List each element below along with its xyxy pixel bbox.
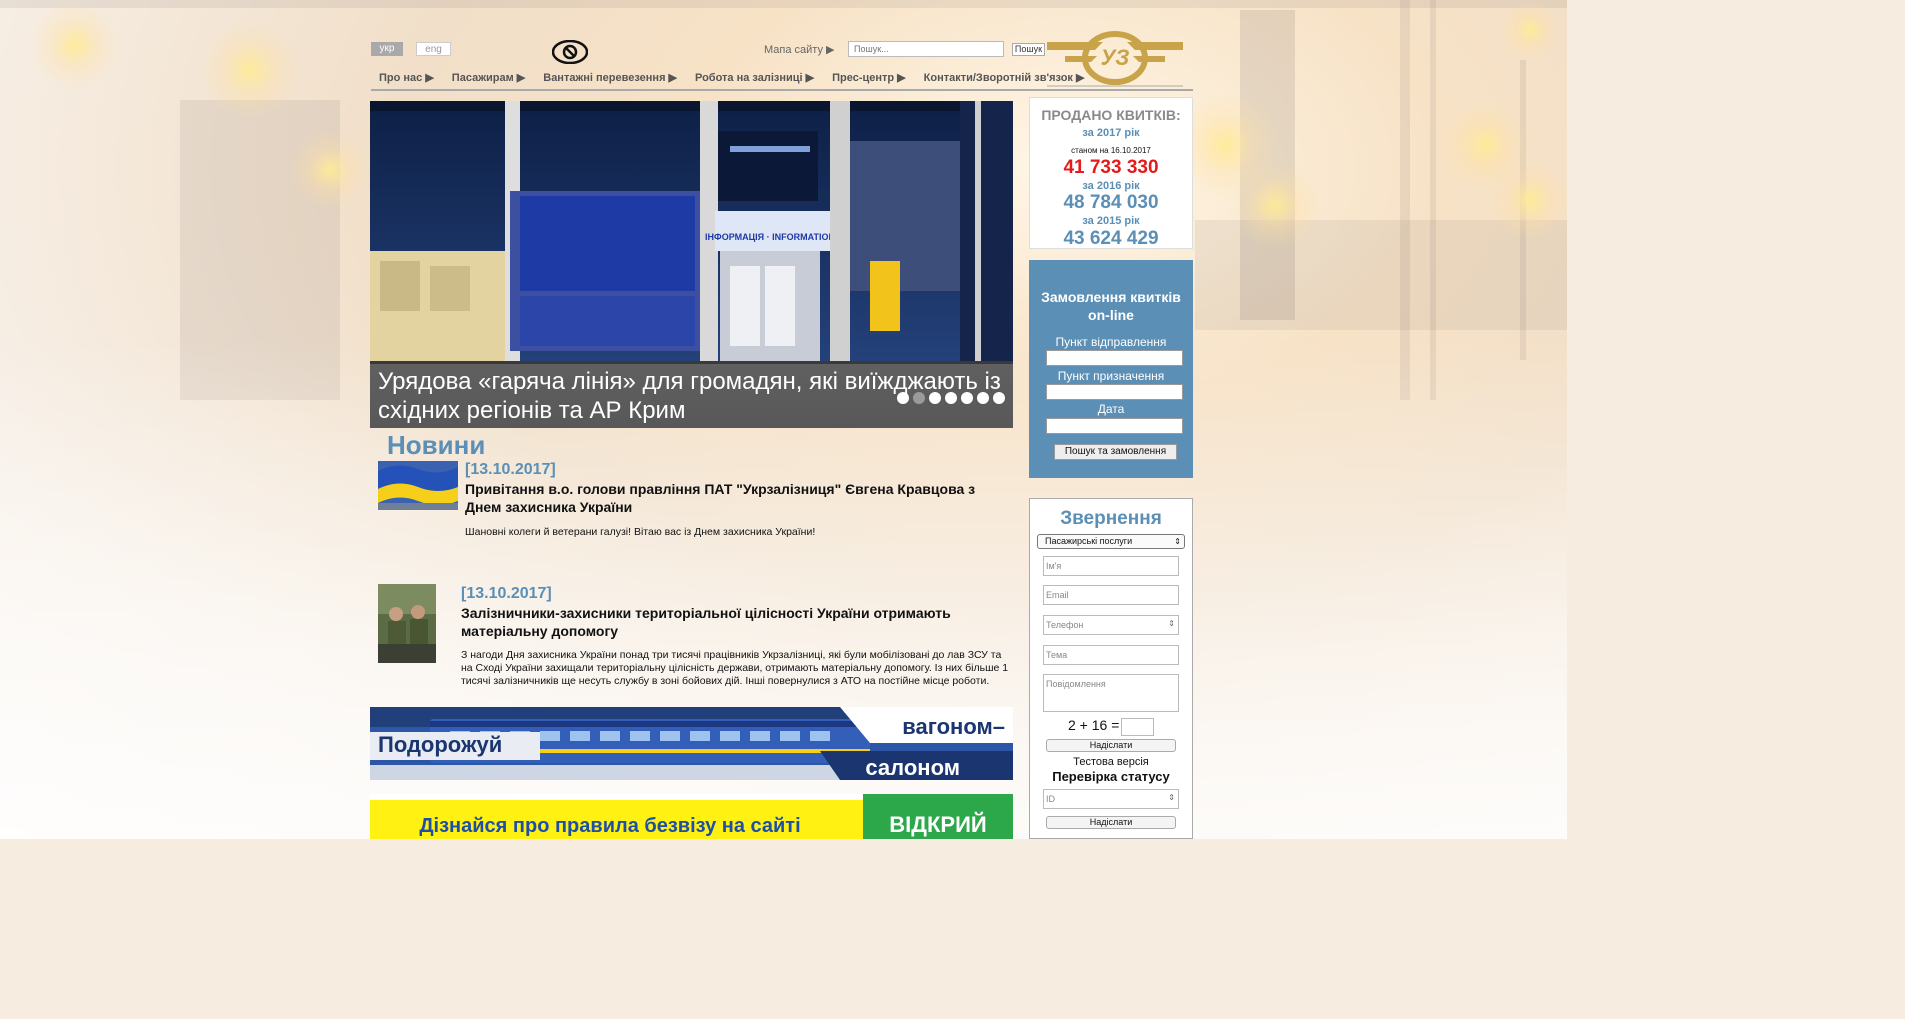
slider-dot[interactable] <box>961 392 973 404</box>
departure-input[interactable] <box>1046 350 1183 366</box>
accessibility-eye-icon[interactable] <box>552 40 588 64</box>
destination-input[interactable] <box>1046 384 1183 400</box>
nav-press[interactable]: Прес-центр ▶ <box>832 71 906 89</box>
search-button[interactable]: Пошук <box>1012 43 1045 56</box>
booking-title: Замовлення квитків on-line <box>1041 289 1181 323</box>
svg-text:УЗ: УЗ <box>1101 45 1130 70</box>
sitemap-link[interactable]: Мапа сайту ▶ <box>764 43 834 56</box>
slider-dots <box>897 392 1005 404</box>
nav-contacts[interactable]: Контакти/Зворотній зв'язок ▶ <box>924 71 1085 89</box>
nav-cargo[interactable]: Вантажні перевезення ▶ <box>543 71 677 89</box>
name-input[interactable]: Ім'я <box>1043 556 1179 576</box>
news-date: [13.10.2017] <box>461 585 552 602</box>
main-nav: Про нас ▶ Пасажирам ▶ Вантажні перевезен… <box>371 71 1193 89</box>
appeal-title: Звернення <box>1060 508 1162 529</box>
lang-eng[interactable]: eng <box>416 42 451 56</box>
date-label: Дата <box>1097 402 1125 416</box>
status-id-input[interactable]: ID ⇕ <box>1043 789 1179 809</box>
stepper-icon[interactable]: ⇕ <box>1168 619 1175 629</box>
stepper-icon[interactable]: ⇕ <box>1168 793 1175 803</box>
stats-value-current: 41 733 330 <box>1063 157 1159 178</box>
captcha-question: 2 + 16 = <box>1068 717 1120 733</box>
appeal-category-select[interactable]: Пасажирські послуги ⇕ <box>1037 534 1185 549</box>
banner-visa-free-art: Дізнайся про правила безвізу на сайті ВІ… <box>370 794 1013 839</box>
appeal-category-value: Пасажирські послуги <box>1045 536 1133 546</box>
stats-year: за 2015 рік <box>1082 215 1140 227</box>
news-headline[interactable]: Залізничники-захисники територіальної ці… <box>461 604 1001 640</box>
slider-dot[interactable] <box>993 392 1005 404</box>
news-headline[interactable]: Привітання в.о. голови правління ПАТ "Ук… <box>465 480 1005 516</box>
departure-label: Пункт відправлення <box>1055 335 1167 349</box>
slider-dot[interactable] <box>945 392 957 404</box>
date-input[interactable] <box>1046 418 1183 434</box>
subject-input[interactable]: Тема <box>1043 645 1179 665</box>
stats-as-of-date: станом на 16.10.2017 <box>1071 146 1151 155</box>
phone-input[interactable]: Телефон ⇕ <box>1043 615 1179 635</box>
news-lead: З нагоди Дня захисника України понад три… <box>461 649 1009 687</box>
message-textarea[interactable]: Повідомлення <box>1043 674 1179 712</box>
nav-about[interactable]: Про нас ▶ <box>379 71 434 89</box>
send-appeal-button[interactable]: Надіслати <box>1046 739 1176 752</box>
stats-year: за 2016 рік <box>1082 180 1140 192</box>
appeal-form: Звернення Пасажирські послуги ⇕ Ім'я Ema… <box>1029 498 1193 839</box>
banner-visa-free[interactable]: Дізнайся про правила безвізу на сайті ВІ… <box>370 794 1013 839</box>
news-date: [13.10.2017] <box>465 461 556 478</box>
banner-saloon-car-art: Подорожуй вагоном– салоном <box>370 707 1013 780</box>
tickets-sold-widget: ПРОДАНО КВИТКІВ: за 2017 рік станом на 1… <box>1029 97 1193 249</box>
select-arrows-icon: ⇕ <box>1174 537 1181 546</box>
search-input[interactable] <box>848 41 1004 57</box>
svg-text:ІНФОРМАЦІЯ · INFORMATION: ІНФОРМАЦІЯ · INFORMATION <box>705 232 835 242</box>
status-id-placeholder: ID <box>1046 794 1055 804</box>
nav-passengers[interactable]: Пасажирам ▶ <box>452 71 525 89</box>
hero-slider[interactable]: ІНФОРМАЦІЯ · INFORMATION Урядова «гаряча… <box>370 101 1013 428</box>
svg-text:ВІДКРИЙ: ВІДКРИЙ <box>889 812 986 837</box>
send-status-button[interactable]: Надіслати <box>1046 816 1176 829</box>
svg-text:вагоном–: вагоном– <box>902 714 1005 739</box>
captcha-input[interactable] <box>1121 718 1154 736</box>
phone-placeholder: Телефон <box>1046 620 1084 630</box>
nav-careers[interactable]: Робота на залізниці ▶ <box>695 71 814 89</box>
slider-dot[interactable] <box>913 392 925 404</box>
test-version-label: Тестова версія <box>1073 756 1149 768</box>
news-lead: Шановні колеги й ветерани галузі! Вітаю … <box>465 526 816 538</box>
svg-text:салоном: салоном <box>865 755 960 780</box>
lang-ukr[interactable]: укр <box>371 42 403 56</box>
slider-dot[interactable] <box>897 392 909 404</box>
slider-dot[interactable] <box>929 392 941 404</box>
slider-dot[interactable] <box>977 392 989 404</box>
destination-label: Пункт призначення <box>1057 369 1165 383</box>
banner-saloon-car[interactable]: Подорожуй вагоном– салоном <box>370 707 1013 780</box>
search-and-order-button[interactable]: Пошук та замовлення <box>1054 444 1177 460</box>
nav-divider <box>371 89 1193 91</box>
svg-text:Подорожуй: Подорожуй <box>378 732 502 757</box>
tickets-sold-title: ПРОДАНО КВИТКІВ: <box>1041 107 1181 123</box>
svg-text:Дізнайся про правила безвізу н: Дізнайся про правила безвізу на сайті <box>419 815 800 837</box>
email-input[interactable]: Email <box>1043 585 1179 605</box>
news-thumbnail-flag[interactable] <box>378 461 458 510</box>
stats-value: 43 624 429 <box>1063 228 1159 249</box>
status-check-title: Перевірка статусу <box>1052 769 1170 784</box>
stats-year: за 2017 рік <box>1082 127 1140 139</box>
stats-value: 48 784 030 <box>1063 192 1159 213</box>
news-thumbnail-soldiers[interactable] <box>378 584 436 663</box>
news-section-title: Новини <box>387 430 486 460</box>
